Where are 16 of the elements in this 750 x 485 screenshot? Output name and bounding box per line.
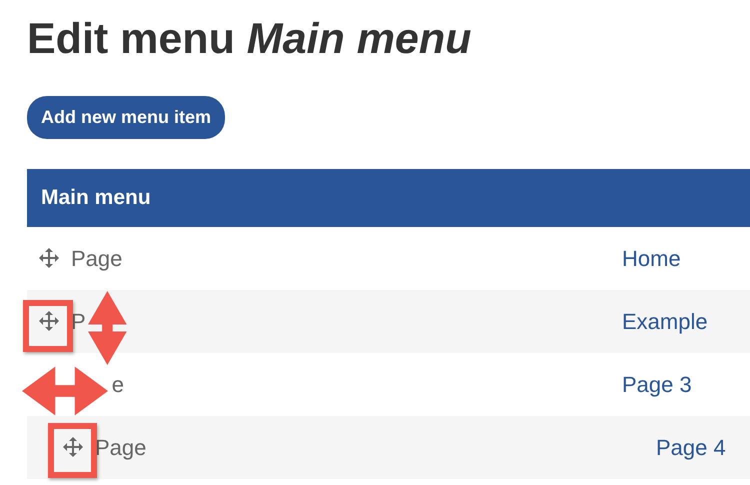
drag-handle-icon[interactable]: [63, 437, 83, 458]
drag-handle-icon[interactable]: [39, 311, 59, 332]
menu-item-link[interactable]: Example: [622, 304, 708, 338]
highlight-box: [23, 300, 73, 352]
highlight-box: [48, 423, 97, 478]
add-menu-item-button[interactable]: Add new menu item: [27, 96, 226, 139]
menu-item-link[interactable]: Home: [622, 242, 681, 275]
item-type: e: [110, 370, 124, 399]
menu-item-link[interactable]: Page 3: [622, 368, 692, 401]
drag-handle-icon[interactable]: [39, 248, 59, 268]
menu-item-link[interactable]: Page 4: [656, 430, 726, 464]
item-type: Page: [71, 244, 124, 273]
table-header: Main menu: [27, 168, 750, 227]
item-type: Page: [95, 434, 148, 462]
item-type: P: [71, 308, 87, 336]
page-title: Edit menu Main menu: [27, 14, 472, 65]
